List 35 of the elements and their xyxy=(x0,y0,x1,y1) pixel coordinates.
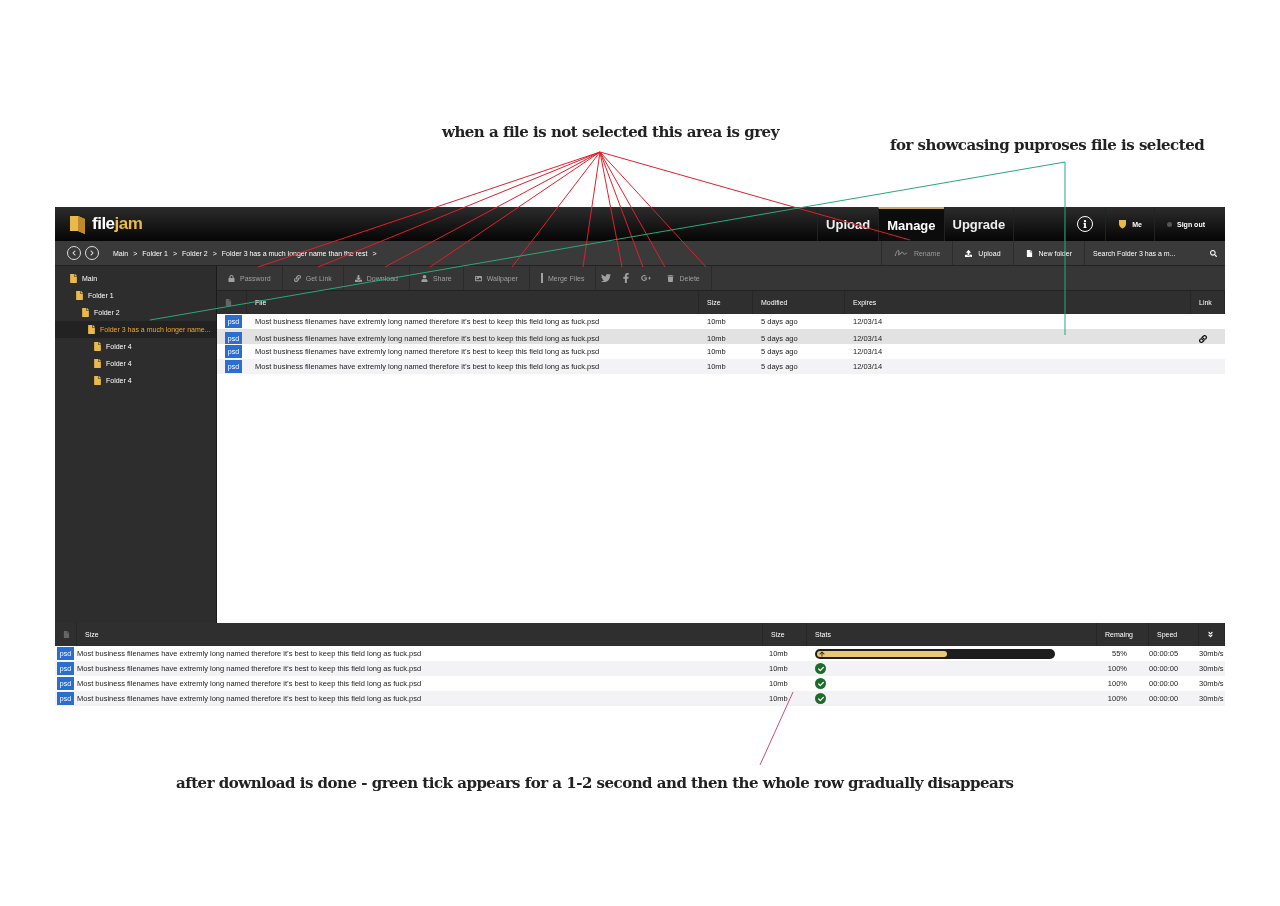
image-icon xyxy=(474,274,482,282)
folder-icon xyxy=(93,342,102,351)
forward-icon xyxy=(89,250,95,256)
lock-icon xyxy=(228,274,235,282)
trash-icon xyxy=(667,274,675,282)
search-icon xyxy=(1210,249,1217,257)
download-icon xyxy=(354,274,362,282)
nav-tab[interactable]: Manage xyxy=(878,207,944,241)
person-icon xyxy=(420,274,428,282)
folder-icon xyxy=(87,325,96,334)
folder-icon xyxy=(93,359,102,368)
file-icon xyxy=(63,631,70,638)
bar-icon xyxy=(540,273,543,283)
shield-icon xyxy=(1118,219,1128,229)
folder-icon xyxy=(93,376,102,385)
upload-icon xyxy=(819,650,825,657)
signature-icon xyxy=(893,249,908,257)
annotation: for showcasing puproses file is selected xyxy=(890,136,1205,154)
folder-icon xyxy=(81,308,90,317)
annotation: after download is done - green tick appears for a 1-2 second and then the whole row gradually disappears xyxy=(176,774,1014,792)
file-icon xyxy=(225,299,232,306)
logo-text: filejam xyxy=(92,214,143,234)
logo-icon xyxy=(69,214,87,234)
google-plus-icon xyxy=(641,273,652,283)
folder-icon xyxy=(75,291,84,300)
folder-icon xyxy=(69,274,78,283)
link-icon xyxy=(293,274,301,282)
back-icon xyxy=(71,250,77,256)
link-icon[interactable] xyxy=(1199,335,1207,343)
upload-icon xyxy=(965,249,973,257)
bird-icon xyxy=(601,273,612,283)
facebook-icon xyxy=(621,273,632,283)
folder-icon xyxy=(1025,249,1033,257)
collapse-icon[interactable] xyxy=(1207,631,1214,638)
annotation: when a file is not selected this area is grey xyxy=(442,123,779,141)
